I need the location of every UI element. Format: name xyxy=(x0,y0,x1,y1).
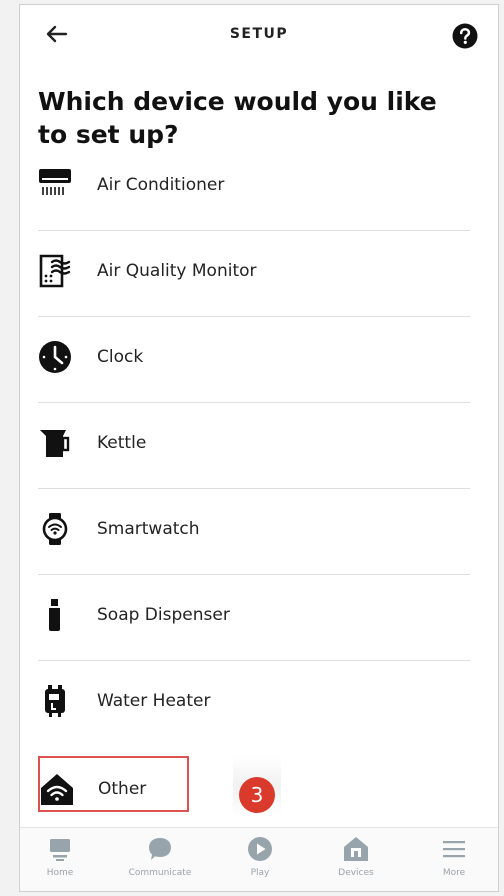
device-label: Kettle xyxy=(97,433,147,453)
question-heading: Which device would you like to set up? xyxy=(38,87,437,149)
device-label: Smartwatch xyxy=(97,519,200,539)
nav-label: More xyxy=(442,868,466,878)
nav-home[interactable]: Home xyxy=(20,836,100,878)
clock-icon xyxy=(39,341,71,373)
nav-label: Home xyxy=(46,868,74,878)
nav-devices[interactable]: Devices xyxy=(316,836,396,878)
other-device-label[interactable]: Other xyxy=(98,779,146,799)
nav-more[interactable]: More xyxy=(414,836,494,878)
device-item-air-conditioner[interactable]: Air Conditioner xyxy=(38,147,470,231)
smartwatch-icon xyxy=(42,513,68,545)
air-conditioner-icon xyxy=(39,169,71,195)
menu-lines-icon xyxy=(443,841,465,858)
device-label: Soap Dispenser xyxy=(97,605,230,625)
page-title: SETUP xyxy=(229,26,289,42)
device-label: Water Heater xyxy=(97,691,211,711)
nav-play[interactable]: Play xyxy=(220,836,300,878)
device-item-air-quality-monitor[interactable]: Air Quality Monitor xyxy=(38,231,470,317)
play-icon xyxy=(248,837,272,861)
device-item-water-heater[interactable]: Water Heater xyxy=(38,661,470,746)
step-number-badge: 3 xyxy=(239,777,275,813)
water-heater-icon xyxy=(45,685,65,717)
air-quality-monitor-icon xyxy=(39,254,71,288)
app-screen: SETUP Which device would you like to set… xyxy=(19,4,499,892)
kettle-icon xyxy=(40,430,70,457)
device-label: Air Quality Monitor xyxy=(97,261,257,281)
nav-label: Play xyxy=(250,868,270,878)
home-icon xyxy=(50,839,70,861)
nav-label: Devices xyxy=(338,868,374,878)
device-item-soap-dispenser[interactable]: Soap Dispenser xyxy=(38,575,470,661)
nav-label: Communicate xyxy=(128,868,192,878)
device-item-clock[interactable]: Clock xyxy=(38,317,470,403)
device-label: Clock xyxy=(97,347,144,367)
device-item-kettle[interactable]: Kettle xyxy=(38,403,470,489)
chat-bubble-icon xyxy=(149,838,171,860)
device-label: Air Conditioner xyxy=(97,175,225,195)
wifi-home-icon xyxy=(41,774,73,805)
soap-dispenser-icon xyxy=(49,599,60,631)
bottom-navigation: Home Communicate Play Devices More xyxy=(20,827,498,891)
devices-house-icon xyxy=(344,837,368,861)
device-list: Air Conditioner Air Quality Monitor Cloc… xyxy=(20,147,498,746)
nav-communicate[interactable]: Communicate xyxy=(120,836,200,878)
question-circle-icon[interactable] xyxy=(452,23,478,49)
device-item-smartwatch[interactable]: Smartwatch xyxy=(38,489,470,575)
top-bar: SETUP xyxy=(20,5,498,65)
